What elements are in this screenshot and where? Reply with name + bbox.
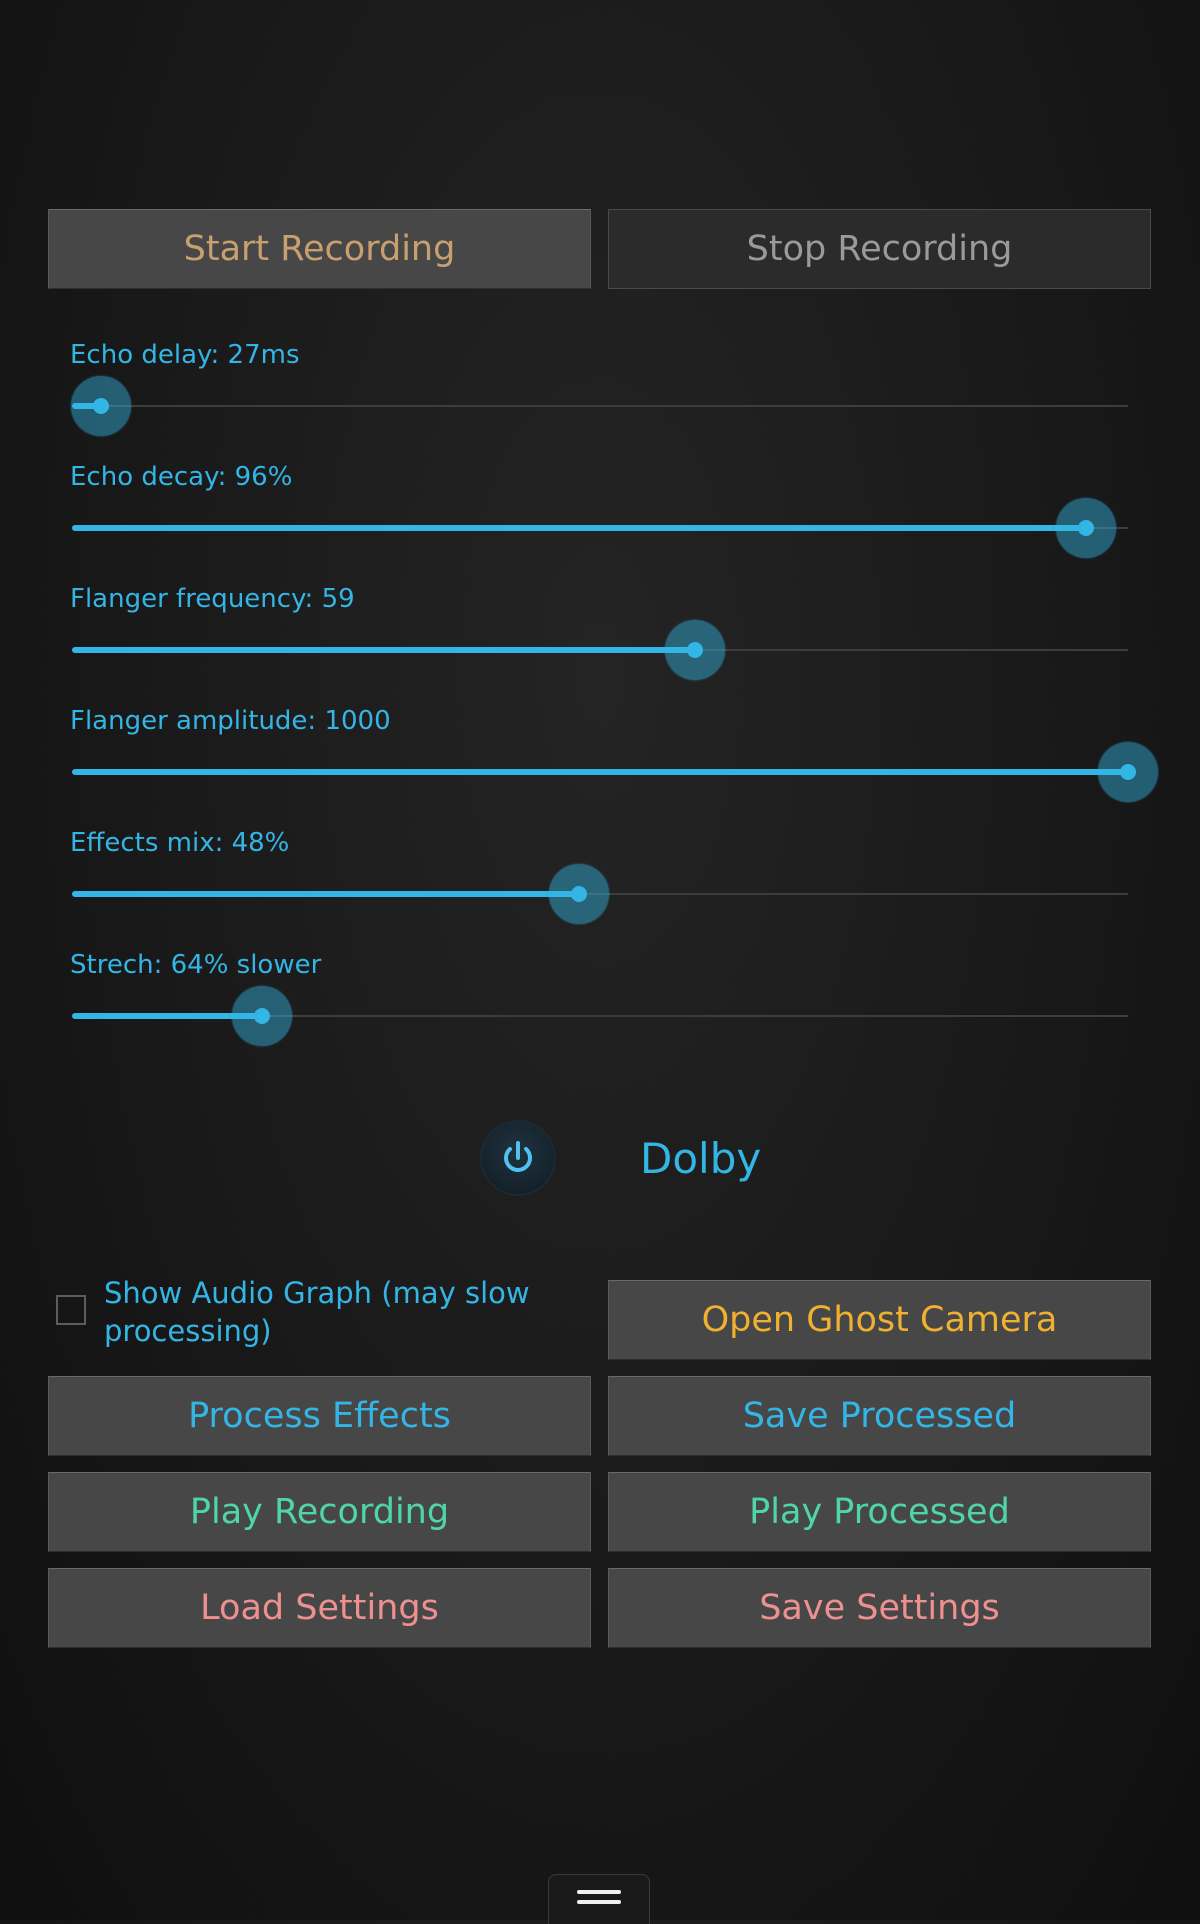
- echo-decay-label: Echo decay: 96%: [70, 462, 293, 492]
- dolby-label: Dolby: [640, 1134, 762, 1183]
- echo-delay-label: Echo delay: 27ms: [70, 340, 300, 370]
- echo-decay-slider[interactable]: [72, 498, 1128, 558]
- slider-thumb[interactable]: [665, 620, 726, 680]
- play-processed-label: Play Processed: [749, 1492, 1010, 1532]
- dolby-power-button[interactable]: [480, 1120, 556, 1196]
- play-recording-button[interactable]: Play Recording: [48, 1472, 591, 1552]
- effects-mix-slider[interactable]: [72, 864, 1128, 924]
- slider-track: [72, 405, 1128, 407]
- process-effects-label: Process Effects: [188, 1396, 451, 1436]
- load-settings-label: Load Settings: [200, 1588, 439, 1628]
- slider-thumb[interactable]: [548, 864, 609, 924]
- effects-mix-label: Effects mix: 48%: [70, 828, 290, 858]
- start-recording-button[interactable]: Start Recording: [48, 209, 591, 289]
- flanger-frequency-label: Flanger frequency: 59: [70, 584, 355, 614]
- flanger-frequency-slider[interactable]: [72, 620, 1128, 680]
- stretch-label: Strech: 64% slower: [70, 950, 322, 980]
- flanger-amplitude-slider[interactable]: [72, 742, 1158, 802]
- slider-fill: [72, 769, 1128, 775]
- start-recording-label: Start Recording: [183, 229, 456, 269]
- save-settings-button[interactable]: Save Settings: [608, 1568, 1151, 1648]
- slider-fill: [72, 891, 579, 897]
- stop-recording-button[interactable]: Stop Recording: [608, 209, 1151, 289]
- slider-thumb[interactable]: [232, 986, 293, 1046]
- play-processed-button[interactable]: Play Processed: [608, 1472, 1151, 1552]
- menu-button[interactable]: [548, 1874, 650, 1924]
- power-icon: [504, 1141, 532, 1172]
- audio-effects-app: Start Recording Stop Recording Echo dela…: [0, 0, 1200, 1924]
- slider-thumb[interactable]: [1055, 498, 1116, 558]
- load-settings-button[interactable]: Load Settings: [48, 1568, 591, 1648]
- save-processed-button[interactable]: Save Processed: [608, 1376, 1151, 1456]
- menu-icon: [577, 1889, 621, 1904]
- open-ghost-camera-button[interactable]: Open Ghost Camera: [608, 1280, 1151, 1360]
- save-processed-label: Save Processed: [742, 1396, 1017, 1436]
- play-recording-label: Play Recording: [189, 1492, 450, 1532]
- stretch-slider[interactable]: [72, 986, 1128, 1046]
- show-audio-graph-label[interactable]: Show Audio Graph (may slow processing): [104, 1274, 584, 1350]
- slider-thumb[interactable]: [70, 376, 131, 436]
- slider-fill: [72, 647, 696, 653]
- slider-fill: [72, 525, 1086, 531]
- open-ghost-camera-label: Open Ghost Camera: [701, 1300, 1058, 1340]
- slider-thumb[interactable]: [1098, 742, 1158, 802]
- flanger-amplitude-label: Flanger amplitude: 1000: [70, 706, 391, 736]
- save-settings-label: Save Settings: [759, 1588, 1000, 1628]
- show-audio-graph-checkbox[interactable]: [56, 1295, 86, 1325]
- process-effects-button[interactable]: Process Effects: [48, 1376, 591, 1456]
- echo-delay-slider[interactable]: [70, 376, 1128, 436]
- stop-recording-label: Stop Recording: [746, 229, 1013, 269]
